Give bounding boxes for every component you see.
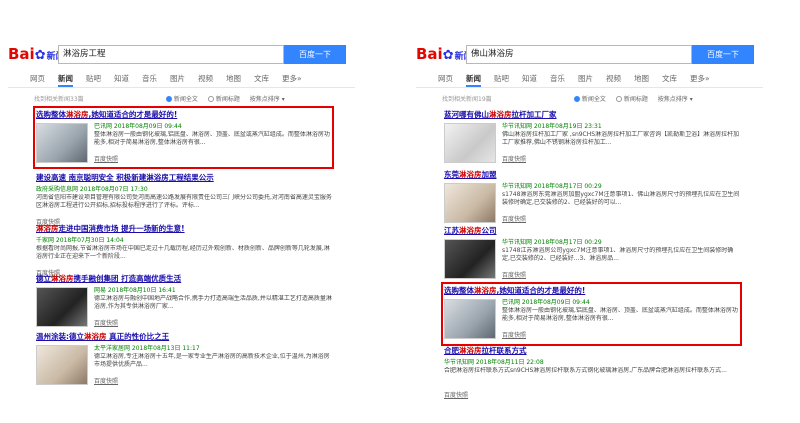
search-button[interactable]: 百度一下 xyxy=(284,45,346,64)
list-item: 德立淋浴房携手融创集团 打造高端优质生活 网易 2018年08月10日 16:4… xyxy=(36,274,332,328)
result-title[interactable]: 东莞淋浴房加盟 xyxy=(444,170,740,180)
tab-web[interactable]: 网页 xyxy=(438,70,453,87)
result-title[interactable]: 建设高速 南京聪明安全 积极新建淋浴房工程结果公示 xyxy=(36,173,332,183)
result-source: 华节讯知网 2018年08月17日 00:29 xyxy=(502,183,602,190)
sort-fulltext[interactable]: 新闻全文 xyxy=(165,96,198,103)
result-title[interactable]: 江苏淋浴房公司 xyxy=(444,226,740,236)
result-snippet: 根据看时尚网报,节省淋浴房市场在中国已走过十几载历程,经历过外观创新、材质创新、… xyxy=(36,245,330,260)
result-thumbnail[interactable] xyxy=(444,239,496,279)
baidu-news-logo[interactable]: Bai✿新闻 xyxy=(416,44,473,64)
sort-focus[interactable]: 按焦点排序 ▾ xyxy=(250,96,285,103)
result-source: 华节讯知网 2018年08月17日 00:29 xyxy=(502,239,602,246)
radio-icon xyxy=(207,96,214,102)
tab-wenku[interactable]: 文库 xyxy=(662,70,677,87)
radio-icon xyxy=(573,96,580,102)
cache-link[interactable]: 百度快照 xyxy=(502,215,740,224)
sort-title[interactable]: 新闻标题 xyxy=(207,96,240,103)
list-item: 东莞淋浴房加盟 华节讯知网 2018年08月17日 00:29 s1748淋浴房… xyxy=(444,170,740,224)
list-item: 江苏淋浴房公司 华节讯知网 2018年08月17日 00:29 s1748江苏淋… xyxy=(444,226,740,280)
result-title[interactable]: 温州涂装:德立淋浴房 真正的性价比之王 xyxy=(36,332,332,342)
highlight-box xyxy=(441,282,742,346)
paw-icon: ✿ xyxy=(442,48,454,63)
result-snippet: 佛山淋浴房拉杆加工厂家 ,sn9CHS淋浴房拉杆加工厂家咨询【凯勒斯卫浴】淋浴房… xyxy=(502,131,740,146)
tab-web[interactable]: 网页 xyxy=(30,70,45,87)
result-source: 太平洋家居网 2018年08月13日 11:17 xyxy=(94,345,200,352)
list-item: 建设高速 南京聪明安全 积极新建淋浴房工程结果公示 政府采购信息网 2018年0… xyxy=(36,173,332,227)
result-thumbnail[interactable] xyxy=(36,287,88,327)
right-search-panel: Bai✿新闻 佛山淋浴房 百度一下 网页 新闻 贴吧 知道 音乐 图片 视频 地… xyxy=(416,38,763,423)
result-thumbnail[interactable] xyxy=(36,345,88,385)
list-item: 温州涂装:德立淋浴房 真正的性价比之王 太平洋家居网 2018年08月13日 1… xyxy=(36,332,332,386)
result-source: 华节讯知网 2018年08月19日 23:31 xyxy=(502,123,602,130)
left-search-panel: Bai✿新闻 淋浴房工程 百度一下 网页 新闻 贴吧 知道 音乐 图片 视频 地… xyxy=(8,38,355,423)
tab-zhidao[interactable]: 知道 xyxy=(114,70,129,87)
nav-tabs: 网页 新闻 贴吧 知道 音乐 图片 视频 地图 文库 更多» xyxy=(8,70,355,88)
result-snippet: 合肥淋浴房拉杆联系方式sn9CHS淋浴房拉杆联系方式钢化玻璃淋浴房,广东品牌合肥… xyxy=(444,367,727,374)
result-snippet: 德立淋浴房与融创中国地产战略合作,携手力打造高端生活品质,并以精湛工艺打造高质量… xyxy=(94,295,332,310)
result-title[interactable]: 合肥淋浴房拉杆联系方式 xyxy=(444,346,740,356)
cache-link[interactable]: 百度快照 xyxy=(502,271,740,280)
tab-zhidao[interactable]: 知道 xyxy=(522,70,537,87)
search-bar: Bai✿新闻 淋浴房工程 百度一下 xyxy=(8,42,355,68)
search-input[interactable]: 佛山淋浴房 xyxy=(466,45,692,64)
tab-wenku[interactable]: 文库 xyxy=(254,70,269,87)
result-snippet: 德立淋浴房,专注淋浴房十五年,是一家专业生产淋浴房的高新技术企业,位于温州,为淋… xyxy=(94,353,330,368)
result-count: 找到相关新闻19篇 xyxy=(442,96,492,103)
tab-news[interactable]: 新闻 xyxy=(466,70,481,87)
tab-music[interactable]: 音乐 xyxy=(550,70,565,87)
list-item: 合肥淋浴房拉杆联系方式 华节讯知网 2018年08月11日 22:08 合肥淋浴… xyxy=(444,346,740,400)
sort-fulltext[interactable]: 新闻全文 xyxy=(573,96,606,103)
search-button[interactable]: 百度一下 xyxy=(692,45,754,64)
result-source: 千家网 2018年07月30日 14:04 xyxy=(36,237,124,244)
radio-icon xyxy=(615,96,622,102)
sort-title[interactable]: 新闻标题 xyxy=(615,96,648,103)
result-source: 网易 2018年08月10日 16:41 xyxy=(94,287,176,294)
result-title[interactable]: 淋浴房走进中国消费市场 提升一场新的生意! xyxy=(36,224,332,234)
search-bar: Bai✿新闻 佛山淋浴房 百度一下 xyxy=(416,42,763,68)
radio-icon xyxy=(165,96,172,102)
tab-more[interactable]: 更多» xyxy=(282,70,302,87)
tab-map[interactable]: 地图 xyxy=(226,70,241,87)
list-item: 蓝河哪有佛山淋浴房拉杆加工厂家 华节讯知网 2018年08月19日 23:31 … xyxy=(444,110,740,164)
tab-more[interactable]: 更多» xyxy=(690,70,710,87)
cache-link[interactable]: 百度快照 xyxy=(444,391,740,400)
nav-tabs: 网页 新闻 贴吧 知道 音乐 图片 视频 地图 文库 更多» xyxy=(416,70,763,88)
search-input[interactable]: 淋浴房工程 xyxy=(58,45,284,64)
result-snippet: s1748江苏淋浴房公司ygxc7M注意事项1、淋浴房尺寸的预埋孔位应在卫生间装… xyxy=(502,247,734,262)
result-meta: 找到相关新闻33篇 新闻全文 新闻标题 按焦点排序 ▾ xyxy=(34,94,334,106)
baidu-news-logo[interactable]: Bai✿新闻 xyxy=(8,44,65,64)
result-source: 政府采购信息网 2018年08月07日 17:30 xyxy=(36,186,148,193)
sort-focus[interactable]: 按焦点排序 ▾ xyxy=(658,96,693,103)
result-count: 找到相关新闻33篇 xyxy=(34,96,84,103)
tab-music[interactable]: 音乐 xyxy=(142,70,157,87)
result-source: 华节讯知网 2018年08月11日 22:08 xyxy=(444,359,544,366)
result-meta: 找到相关新闻19篇 新闻全文 新闻标题 按焦点排序 ▾ xyxy=(442,94,742,106)
tab-video[interactable]: 视频 xyxy=(198,70,213,87)
tab-tieba[interactable]: 贴吧 xyxy=(494,70,509,87)
result-snippet: s1748淋浴房东莞淋浴房加盟ygxc7M注意事项1、佛山淋浴房尺寸的预埋孔位应… xyxy=(502,191,740,206)
tab-images[interactable]: 图片 xyxy=(578,70,593,87)
cache-link[interactable]: 百度快照 xyxy=(502,155,740,164)
tab-video[interactable]: 视频 xyxy=(606,70,621,87)
cache-link[interactable]: 百度快照 xyxy=(94,319,332,328)
tab-news[interactable]: 新闻 xyxy=(58,70,73,87)
result-title[interactable]: 蓝河哪有佛山淋浴房拉杆加工厂家 xyxy=(444,110,740,120)
tab-map[interactable]: 地图 xyxy=(634,70,649,87)
paw-icon: ✿ xyxy=(34,48,46,63)
highlight-box xyxy=(33,106,334,169)
result-thumbnail[interactable] xyxy=(444,123,496,163)
result-snippet: 河南省信阳市建设项目管理有限公司受河南高速公路发展有限责任公司三门峡分公司委托,… xyxy=(36,194,332,209)
list-item: 淋浴房走进中国消费市场 提升一场新的生意! 千家网 2018年07月30日 14… xyxy=(36,224,332,278)
cache-link[interactable]: 百度快照 xyxy=(94,377,332,386)
result-title[interactable]: 德立淋浴房携手融创集团 打造高端优质生活 xyxy=(36,274,332,284)
result-thumbnail[interactable] xyxy=(444,183,496,223)
tab-images[interactable]: 图片 xyxy=(170,70,185,87)
tab-tieba[interactable]: 贴吧 xyxy=(86,70,101,87)
